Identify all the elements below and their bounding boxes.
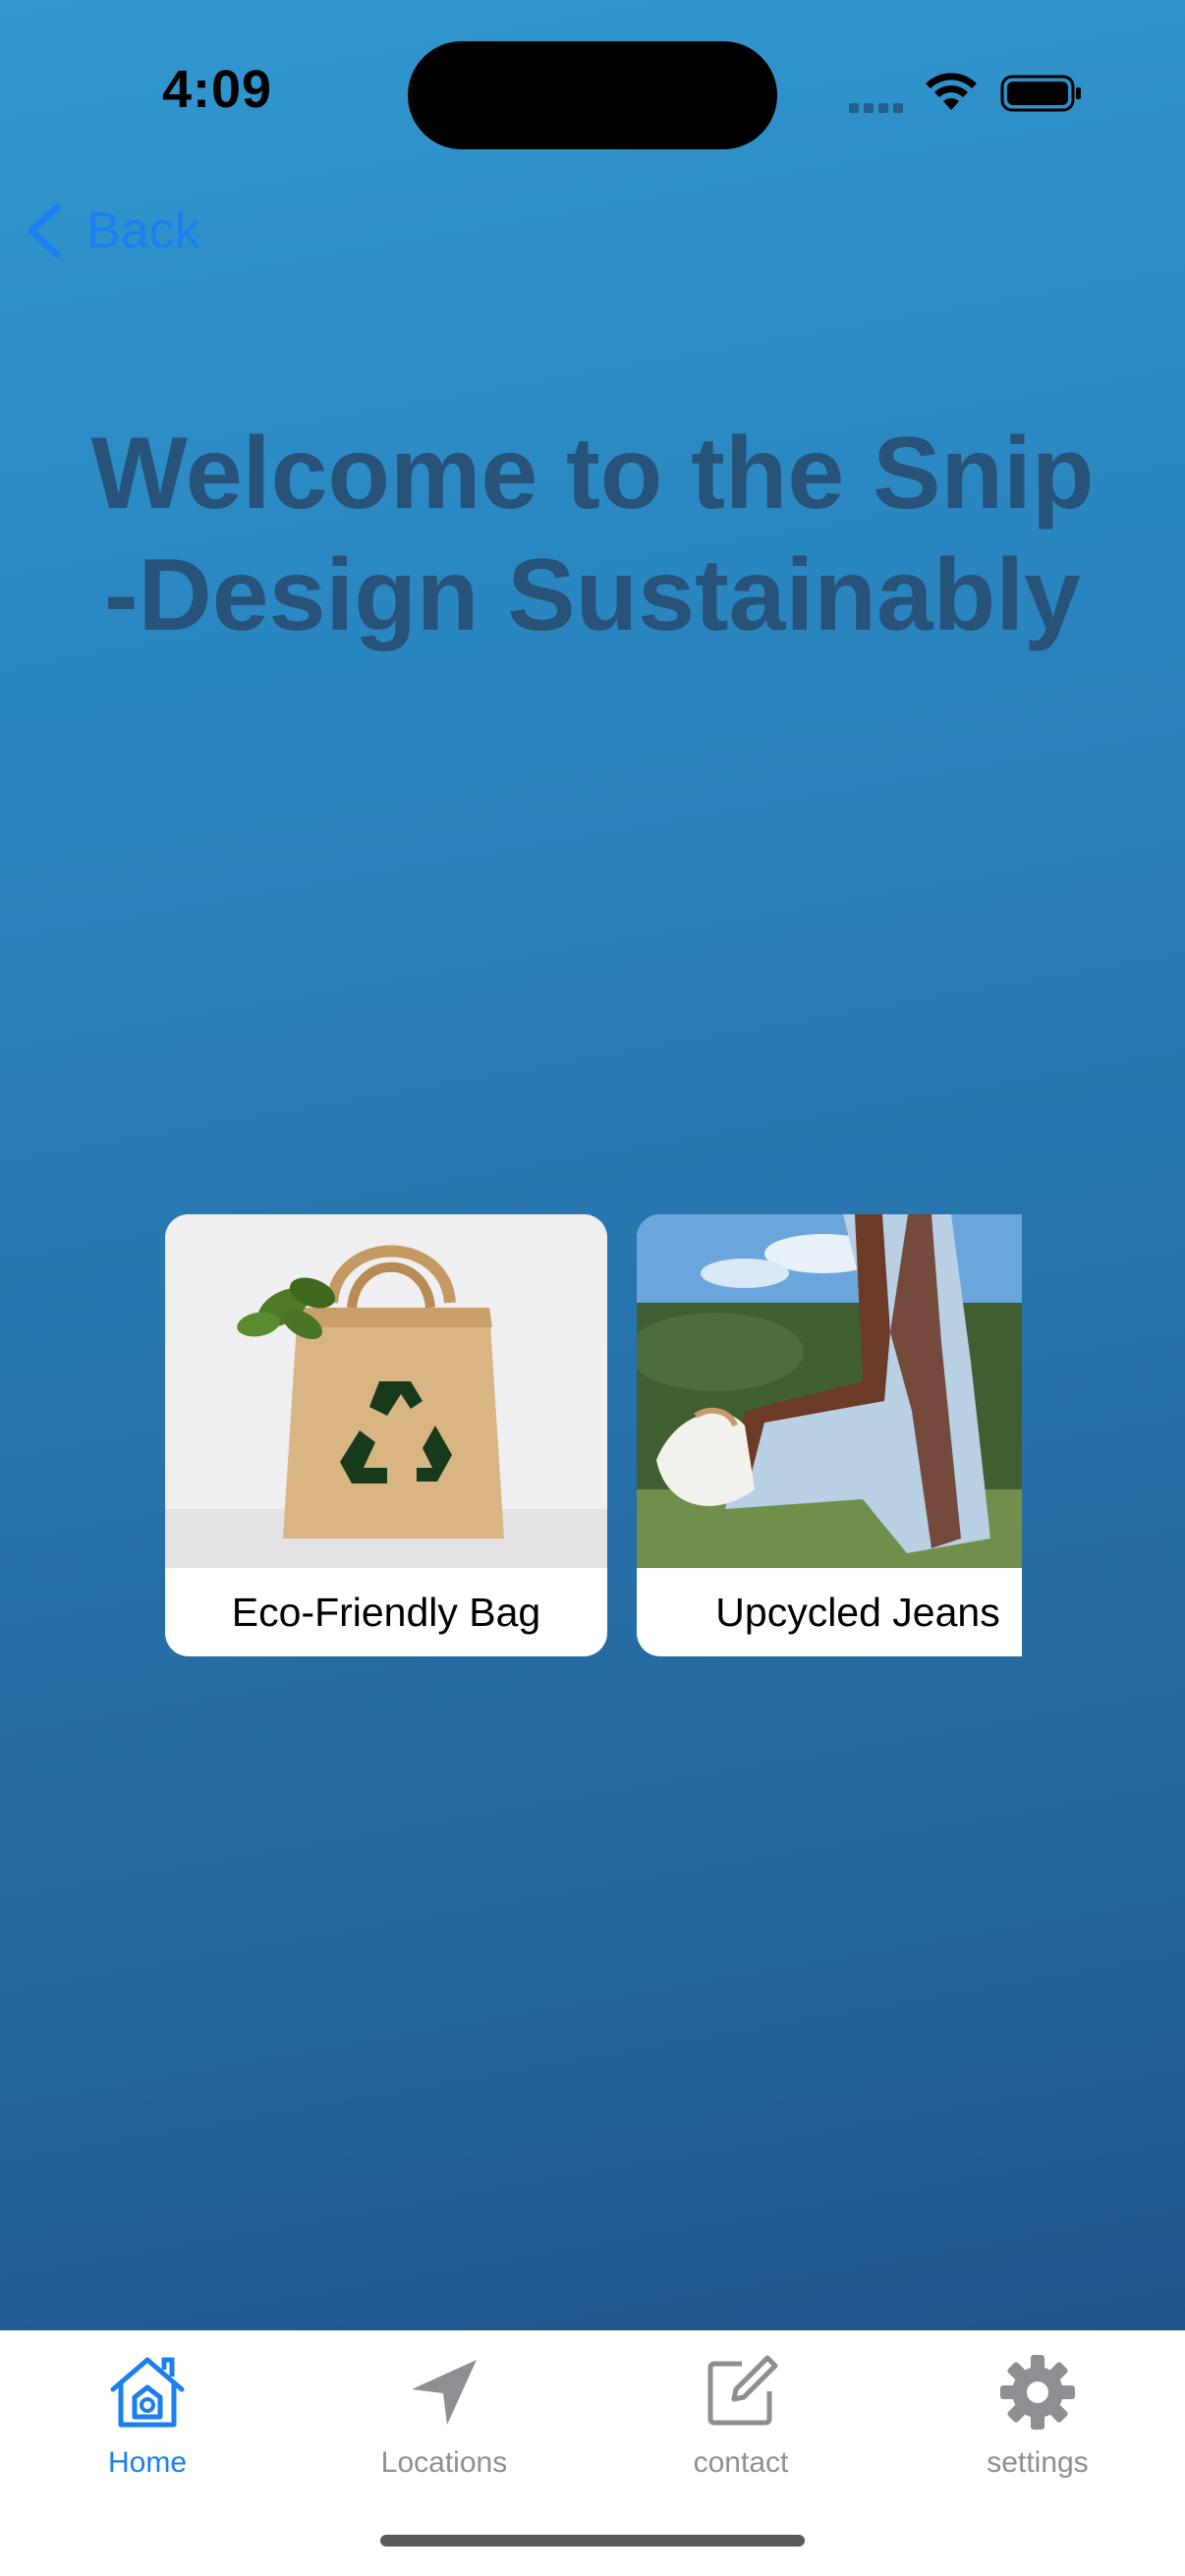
status-bar: 4:09 xyxy=(0,0,1185,187)
battery-icon xyxy=(1000,75,1081,112)
tab-label: Locations xyxy=(380,2446,508,2479)
tab-home[interactable]: Home xyxy=(29,2350,265,2488)
tab-locations[interactable]: Locations xyxy=(326,2350,562,2488)
gear-icon xyxy=(1000,2355,1075,2430)
title-line-1: Welcome to the Snip xyxy=(90,417,1095,531)
product-card-upcycled-jeans[interactable]: Upcycled Jeans xyxy=(637,1214,1022,1656)
cellular-signal-icon xyxy=(849,100,908,113)
back-label: Back xyxy=(86,202,200,259)
tab-label: Home xyxy=(107,2446,188,2479)
product-card-label: Eco-Friendly Bag xyxy=(231,1589,541,1635)
house-icon xyxy=(110,2357,185,2428)
tab-contact[interactable]: contact xyxy=(623,2350,859,2488)
location-arrow-icon xyxy=(412,2360,477,2425)
product-card-label: Upcycled Jeans xyxy=(715,1589,1000,1635)
chevron-left-icon xyxy=(28,203,61,258)
tab-label: settings xyxy=(987,2446,1089,2479)
wifi-icon xyxy=(926,73,977,110)
compose-icon xyxy=(707,2355,778,2426)
tab-label: contact xyxy=(693,2446,789,2479)
home-indicator[interactable] xyxy=(380,2535,805,2547)
tote-bag-image xyxy=(165,1214,607,1568)
product-card-eco-bag[interactable]: Eco-Friendly Bag xyxy=(165,1214,607,1656)
back-button[interactable]: Back xyxy=(22,196,200,265)
product-carousel[interactable]: Eco-Friendly Bag Upcycled Jeans xyxy=(165,1214,1022,1656)
tab-settings[interactable]: settings xyxy=(920,2350,1156,2488)
title-line-2: -Design Sustainably xyxy=(104,538,1081,652)
page-title: Welcome to the Snip -Design Sustainably xyxy=(39,413,1146,656)
jeans-image xyxy=(637,1214,1022,1568)
dynamic-island xyxy=(408,41,777,149)
status-time: 4:09 xyxy=(162,60,273,119)
